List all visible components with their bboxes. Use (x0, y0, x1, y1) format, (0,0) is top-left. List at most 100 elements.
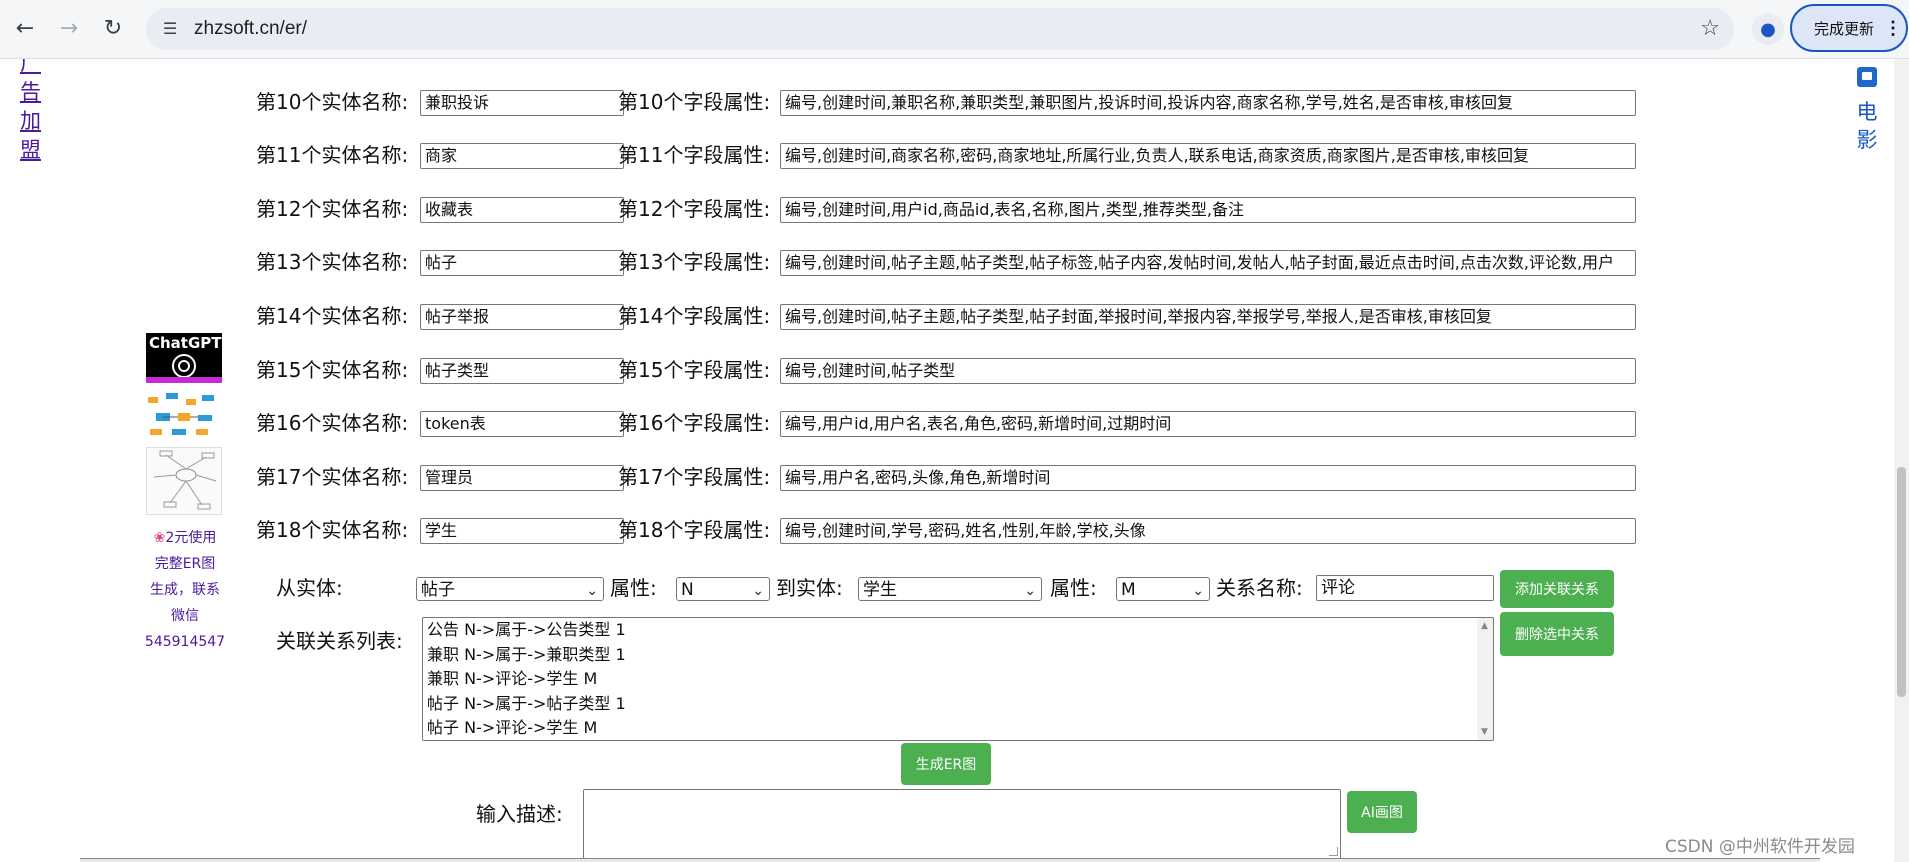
movie-link-label: 电影 (1856, 100, 1878, 152)
describe-textarea[interactable] (583, 789, 1341, 859)
entity-name-label: 第10个实体名称: (256, 90, 409, 114)
page-divider (80, 858, 1820, 862)
entity-fields-label: 第16个字段属性: (618, 411, 771, 435)
chevron-down-icon: ⌄ (752, 583, 764, 599)
entity-name-input[interactable]: 学生 (420, 518, 624, 544)
ad-join-link[interactable]: 广告加盟 (20, 59, 44, 165)
entity-fields-input[interactable]: 编号,创建时间,帖子主题,帖子类型,帖子封面,举报时间,举报内容,举报学号,举报… (780, 304, 1636, 330)
reload-icon[interactable]: ↻ (96, 11, 130, 45)
entity-fields-input[interactable]: 编号,用户id,用户名,表名,角色,密码,新增时间,过期时间 (780, 411, 1636, 437)
entity-fields-label: 第18个字段属性: (618, 518, 771, 542)
relation-name-input[interactable]: 评论 (1316, 575, 1494, 601)
describe-label: 输入描述: (476, 802, 563, 826)
entity-name-label: 第17个实体名称: (256, 465, 409, 489)
scroll-down-icon[interactable]: ▼ (1481, 727, 1488, 737)
entity-fields-input[interactable]: 编号,创建时间,兼职名称,兼职类型,兼职图片,投诉时间,投诉内容,商家名称,学号… (780, 90, 1636, 116)
from-entity-label: 从实体: (276, 576, 343, 600)
entity-name-label: 第12个实体名称: (256, 197, 409, 221)
list-item[interactable]: 帖子 N->属于->帖子类型 1 (423, 692, 1493, 717)
entity-name-label: 第18个实体名称: (256, 518, 409, 542)
entity-fields-input[interactable]: 编号,用户名,密码,头像,角色,新增时间 (780, 465, 1636, 491)
entity-name-label: 第11个实体名称: (256, 143, 409, 167)
entity-name-label: 第14个实体名称: (256, 304, 409, 328)
list-item[interactable]: 兼职 N->属于->兼职类型 1 (423, 643, 1493, 668)
list-item[interactable]: 兼职 N->评论->学生 M (423, 667, 1493, 692)
from-attr-label: 属性: (610, 576, 657, 600)
chatgpt-logo-icon: ChatGPT (146, 334, 222, 383)
delete-relation-button[interactable]: 删除选中关系 (1500, 612, 1614, 656)
promo-line: 完整ER图 (154, 556, 216, 572)
chevron-down-icon: ⌄ (1192, 583, 1204, 599)
list-item[interactable]: 帖子 N->评论->学生 M (423, 716, 1493, 740)
to-attr-select[interactable]: M ⌄ (1116, 577, 1210, 601)
update-button[interactable]: 完成更新 ⋮ (1790, 4, 1908, 52)
site-settings-icon[interactable]: ☰ (160, 19, 180, 39)
er-diagram-icon (148, 393, 214, 435)
entity-name-input[interactable]: 收藏表 (420, 197, 624, 223)
listbox-scrollbar[interactable]: ▲ ▼ (1477, 618, 1493, 740)
entity-fields-input[interactable]: 编号,创建时间,帖子类型 (780, 358, 1636, 384)
menu-dots-icon: ⋮ (1884, 17, 1903, 38)
chatgpt-image[interactable]: ChatGPT (146, 333, 222, 383)
entity-fields-label: 第10个字段属性: (618, 90, 771, 114)
entity-name-label: 第13个实体名称: (256, 250, 409, 274)
page-content: 广告加盟 电影 第10个实体名称: 兼职投诉 第10个字段属性: 编号,创建时间… (0, 59, 1909, 862)
resize-grip-icon[interactable] (1329, 847, 1338, 856)
update-label: 完成更新 (1814, 20, 1875, 38)
entity-name-input[interactable]: 商家 (420, 143, 624, 169)
entity-fields-input[interactable]: 编号,创建时间,商家名称,密码,商家地址,所属行业,负责人,联系电话,商家资质,… (780, 143, 1636, 169)
to-entity-value: 学生 (863, 580, 897, 600)
promo-line: 生成，联系 (150, 582, 220, 598)
generate-er-button[interactable]: 生成ER图 (901, 743, 991, 785)
url-text: zhzsoft.cn/er/ (194, 18, 307, 39)
entity-fields-input[interactable]: 编号,创建时间,用户id,商品id,表名,名称,图片,类型,推荐类型,备注 (780, 197, 1636, 223)
relation-name-label: 关系名称: (1216, 576, 1303, 600)
entity-fields-input[interactable]: 编号,创建时间,帖子主题,帖子类型,帖子标签,帖子内容,发帖时间,发帖人,帖子封… (780, 250, 1636, 276)
to-entity-select[interactable]: 学生 ⌄ (858, 577, 1042, 601)
entity-fields-input[interactable]: 编号,创建时间,学号,密码,姓名,性别,年龄,学校,头像 (780, 518, 1636, 544)
address-bar[interactable]: ☰ zhzsoft.cn/er/ ☆ (146, 8, 1734, 50)
scrollbar-thumb[interactable] (1897, 467, 1906, 697)
page-scrollbar[interactable] (1894, 59, 1909, 862)
movie-link[interactable]: 电影 (1852, 67, 1882, 154)
chatgpt-logo-text: ChatGPT (149, 334, 222, 352)
tv-icon (1857, 67, 1877, 87)
promo-text[interactable]: ❀2元使用 完整ER图 生成，联系 微信 545914547 (140, 525, 230, 655)
from-entity-value: 帖子 (421, 580, 455, 600)
entity-fields-label: 第12个字段属性: (618, 197, 771, 221)
from-attr-value: N (681, 580, 694, 600)
from-entity-select[interactable]: 帖子 ⌄ (416, 577, 604, 601)
scroll-up-icon[interactable]: ▲ (1481, 621, 1488, 631)
to-attr-value: M (1121, 580, 1136, 600)
entity-name-label: 第16个实体名称: (256, 411, 409, 435)
bookmark-star-icon[interactable]: ☆ (1700, 16, 1720, 41)
from-attr-select[interactable]: N ⌄ (676, 577, 770, 601)
entity-fields-label: 第17个字段属性: (618, 465, 771, 489)
er-diagram-thumbnail-1[interactable] (146, 391, 222, 439)
entity-name-input[interactable]: 帖子类型 (420, 358, 624, 384)
profile-avatar-icon[interactable]: ● (1752, 13, 1784, 45)
entity-name-input[interactable]: 帖子举报 (420, 304, 624, 330)
relation-list-label: 关联关系列表: (276, 629, 403, 653)
er-diagram-icon (146, 447, 222, 515)
entity-fields-label: 第13个字段属性: (618, 250, 771, 274)
ai-draw-button[interactable]: AI画图 (1347, 791, 1417, 833)
er-diagram-thumbnail-2[interactable] (146, 447, 222, 515)
entity-name-input[interactable]: 管理员 (420, 465, 624, 491)
list-item[interactable]: 公告 N->属于->公告类型 1 (423, 618, 1493, 643)
promo-line: 微信 (171, 608, 199, 624)
add-relation-button[interactable]: 添加关联关系 (1500, 570, 1614, 608)
to-attr-label: 属性: (1050, 576, 1097, 600)
entity-name-input[interactable]: token表 (420, 411, 624, 437)
back-arrow-icon[interactable]: ← (8, 11, 42, 45)
forward-arrow-icon[interactable]: → (52, 11, 86, 45)
entity-fields-label: 第15个字段属性: (618, 358, 771, 382)
flower-icon: ❀ (153, 530, 166, 546)
entity-name-input[interactable]: 兼职投诉 (420, 90, 624, 116)
to-entity-label: 到实体: (776, 576, 843, 600)
entity-name-input[interactable]: 帖子 (420, 250, 624, 276)
chevron-down-icon: ⌄ (1024, 583, 1036, 599)
chevron-down-icon: ⌄ (586, 583, 598, 599)
browser-toolbar: ← → ↻ ☰ zhzsoft.cn/er/ ☆ ● 完成更新 ⋮ (0, 0, 1909, 59)
relation-listbox[interactable]: 公告 N->属于->公告类型 1 兼职 N->属于->兼职类型 1 兼职 N->… (422, 617, 1494, 741)
